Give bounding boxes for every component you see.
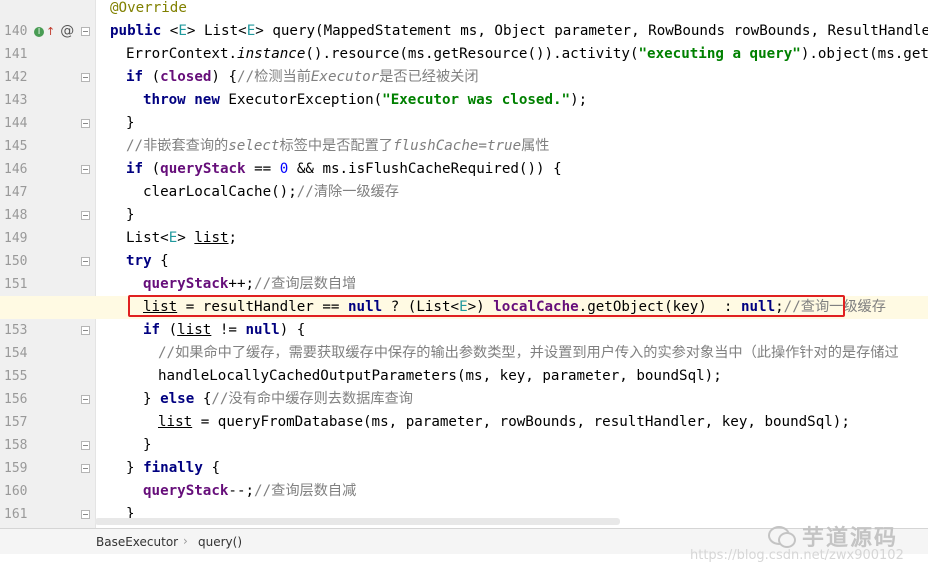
code-text: } [143,437,152,453]
code-text: clearLocalCache();//清除一级缓存 [143,184,399,200]
fold-toggle-icon[interactable] [81,510,90,519]
fold-toggle-icon[interactable] [81,165,90,174]
at-icon: @ [60,23,75,39]
fold-toggle-icon[interactable] [81,211,90,220]
code-line[interactable]: 157 } else {//没有命中缓存则去数据库查询 [0,388,928,430]
code-line[interactable]: 151 try { [0,250,928,292]
code-text: List<E> list; [126,230,238,246]
code-text: @Override [110,0,187,16]
fold-toggle-icon[interactable] [81,441,90,450]
code-line[interactable]: 160 } finally { [0,457,928,499]
code-line[interactable]: 154 if (list != null) { [0,319,928,361]
code-text: if (closed) {//检测当前Executor是否已经被关闭 [126,69,479,85]
code-line[interactable]: 140 @Override [0,0,928,39]
code-text: } [126,115,135,131]
code-text: if (list != null) { [143,322,306,338]
code-line[interactable]: 143 if (closed) {//检测当前Executor是否已经被关闭 [0,66,928,108]
implements-method-icon[interactable]: I [34,26,44,37]
code-line-current[interactable]: 153 list = resultHandler == null ? (List… [0,296,928,338]
code-editor[interactable]: 140 @Override 141 I ↑ @ public <E> List<… [0,0,928,528]
code-text: } else {//没有命中缓存则去数据库查询 [143,391,413,407]
code-line[interactable]: 147 if (queryStack == 0 && ms.isFlushCac… [0,158,928,200]
gutter-markers: I ↑ @ [34,20,74,43]
code-text: list = queryFromDatabase(ms, parameter, … [158,414,850,430]
code-line[interactable]: 152 queryStack++;//查询层数自增 [0,273,928,315]
fold-toggle-icon[interactable] [81,395,90,404]
code-text: list = resultHandler == null ? (List<E>)… [143,299,886,315]
code-text: public <E> List<E> query(MappedStatement… [110,23,928,39]
code-line[interactable]: 145 } [0,112,928,154]
fold-toggle-icon[interactable] [81,27,90,36]
code-line[interactable]: 142 ErrorContext.instance().resource(ms.… [0,43,928,85]
code-line[interactable]: 159 } [0,434,928,476]
fold-toggle-icon[interactable] [81,464,90,473]
fold-toggle-icon[interactable] [81,257,90,266]
breadcrumb-class[interactable]: BaseExecutor [96,535,178,549]
code-line[interactable]: 141 I ↑ @ public <E> List<E> query(Mappe… [0,20,928,62]
code-line[interactable]: 148 clearLocalCache();//清除一级缓存 [0,181,928,223]
code-text: throw new ExecutorException("Executor wa… [143,92,588,108]
code-line[interactable]: 150 List<E> list; [0,227,928,269]
code-text: //非嵌套查询的select标签中是否配置了flushCache=true属性 [126,138,550,154]
code-text: try { [126,253,169,269]
code-line[interactable]: 149 } [0,204,928,246]
override-up-arrow-icon[interactable]: ↑ [46,26,55,37]
code-text: //如果命中了缓存，需要获取缓存中保存的输出参数类型，并设置到用户传入的实参对象… [158,345,899,361]
code-line[interactable]: 161 queryStack--;//查询层数自减 [0,480,928,522]
fold-toggle-icon[interactable] [81,73,90,82]
code-text: handleLocallyCachedOutputParameters(ms, … [158,368,722,384]
code-text: if (queryStack == 0 && ms.isFlushCacheRe… [126,161,562,177]
watermark-url: https://blog.csdn.net/zwx900102 [690,548,904,563]
horizontal-scrollbar[interactable] [95,518,620,525]
wechat-icon [768,524,796,548]
code-text: queryStack--;//查询层数自减 [143,483,357,499]
breadcrumb-method[interactable]: query() [198,535,242,549]
code-line[interactable]: 156 handleLocallyCachedOutputParameters(… [0,365,928,407]
code-line[interactable]: 155 //如果命中了缓存，需要获取缓存中保存的输出参数类型，并设置到用户传入的… [0,342,928,384]
code-line[interactable]: 158 list = queryFromDatabase(ms, paramet… [0,411,928,453]
code-line[interactable]: 144 throw new ExecutorException("Executo… [0,89,928,131]
code-text: } finally { [126,460,220,476]
code-text: queryStack++;//查询层数自增 [143,276,357,292]
chevron-right-icon: › [183,534,188,548]
fold-toggle-icon[interactable] [81,119,90,128]
code-text: } [126,207,135,223]
code-line[interactable]: 146 //非嵌套查询的select标签中是否配置了flushCache=tru… [0,135,928,177]
fold-toggle-icon[interactable] [81,326,90,335]
code-text: ErrorContext.instance().resource(ms.getR… [126,46,928,62]
